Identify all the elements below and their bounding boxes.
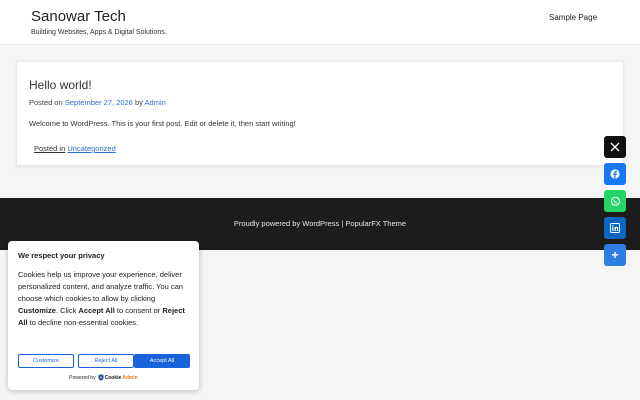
post-author-link[interactable]: Admin [145, 98, 166, 107]
cookieadmin-logo[interactable]: Cookie Admin [97, 374, 138, 381]
cookie-customize-button[interactable]: Customize [18, 354, 74, 368]
cookie-accept-word: Accept All [78, 306, 115, 315]
more-icon: + [611, 248, 619, 262]
cookie-body-4: to decline non-essential cookies. [27, 318, 139, 327]
share-linkedin-button[interactable] [604, 217, 626, 239]
cookie-accept-button[interactable]: Accept All [134, 354, 190, 368]
cookieadmin-brand-admin: Admin [122, 374, 138, 381]
cookie-body-1: Cookies help us improve your experience,… [18, 270, 183, 303]
whatsapp-icon [610, 196, 620, 206]
site-header: Sanowar Tech Building Websites, Apps & D… [0, 0, 640, 45]
cookie-customize-word: Customize [18, 306, 56, 315]
site-title[interactable]: Sanowar Tech [31, 8, 126, 25]
post-meta-prefix: Posted on [29, 98, 63, 107]
linkedin-icon [610, 223, 620, 233]
post-by-label: by [134, 98, 143, 107]
share-whatsapp-button[interactable] [604, 190, 626, 212]
share-x-button[interactable] [604, 136, 626, 158]
facebook-icon [610, 169, 620, 179]
post-category: Posted in Uncategorized [34, 144, 116, 153]
site-tagline: Building Websites, Apps & Digital Soluti… [31, 29, 167, 36]
powered-by-label: Powered by [69, 374, 96, 381]
cookie-shield-icon [97, 374, 104, 381]
cookie-description: Cookies help us improve your experience,… [18, 269, 190, 329]
x-icon [610, 142, 620, 152]
cookie-reject-button[interactable]: Reject All [78, 354, 134, 368]
cookie-consent-banner: We respect your privacy Cookies help us … [8, 241, 199, 390]
share-facebook-button[interactable] [604, 163, 626, 185]
cookie-body-3: to consent or [114, 306, 163, 315]
post-category-link[interactable]: Uncategorized [67, 144, 115, 153]
cookie-title: We respect your privacy [18, 251, 105, 260]
cookieadmin-brand-cookie: Cookie [104, 374, 122, 381]
post-excerpt: Welcome to WordPress. This is your first… [29, 119, 296, 128]
footer-credit: Proudly powered by WordPress | PopularFX… [233, 219, 407, 228]
share-more-button[interactable]: + [604, 244, 626, 266]
cookie-powered-by: Powered by Cookie Admin [8, 374, 199, 381]
nav-sample-page[interactable]: Sample Page [549, 13, 597, 22]
share-bar: + [604, 136, 626, 271]
post-meta: Posted on September 27, 2026 by Admin [29, 98, 166, 107]
cookie-body-2: . Click [55, 306, 79, 315]
post-date-link[interactable]: September 27, 2026 [65, 98, 133, 107]
post-category-prefix: Posted in [34, 144, 66, 153]
post-card: Hello world! Posted on September 27, 202… [16, 61, 624, 166]
post-title[interactable]: Hello world! [29, 78, 92, 92]
